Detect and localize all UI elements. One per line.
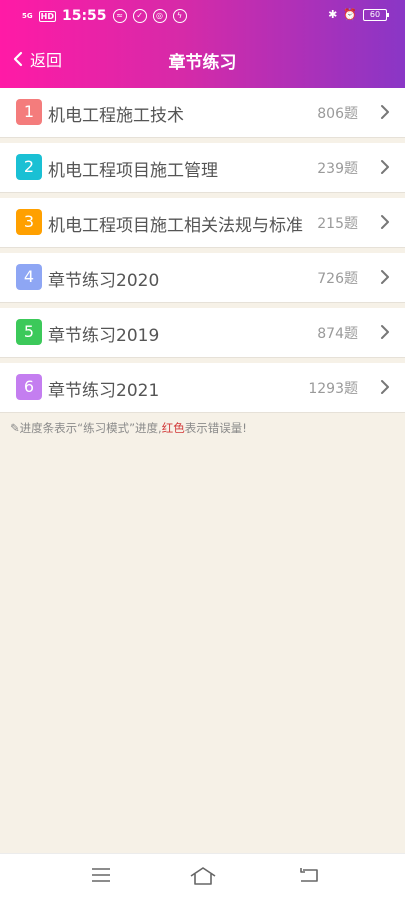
bluetooth-icon: ✱	[328, 8, 338, 21]
chapter-index-badge: 5	[16, 319, 42, 345]
chevron-right-icon	[381, 380, 389, 394]
chapter-name: 章节练习2020	[48, 271, 160, 291]
progress-tip: ✎进度条表示“练习模式”进度,红色表示错误量!	[10, 420, 247, 436]
chapter-row[interactable]: 2 机电工程项目施工管理 239题	[0, 143, 405, 193]
chevron-right-icon	[381, 270, 389, 284]
home-icon	[190, 867, 216, 885]
page-title: 章节练习	[168, 53, 237, 73]
wifi-icon: ≈	[112, 9, 127, 23]
signal-indicator: 5G	[22, 11, 33, 20]
system-nav-bar	[0, 853, 405, 900]
chapter-row[interactable]: 4 章节练习2020 726题	[0, 253, 405, 303]
question-count: 239题	[317, 161, 358, 177]
hd-badge: HD	[38, 10, 56, 22]
chapter-list: 1 机电工程施工技术 806题 2 机电工程项目施工管理 239题 3 机电工程项目施工相关法…	[0, 88, 405, 418]
chevron-right-icon	[381, 105, 389, 119]
chapter-name: 章节练习2019	[48, 326, 160, 346]
chapter-index-badge: 2	[16, 154, 42, 180]
chapter-index-badge: 3	[16, 209, 42, 235]
chevron-right-icon	[381, 325, 389, 339]
chapter-index-badge: 4	[16, 264, 42, 290]
question-count: 726题	[317, 271, 358, 287]
question-count: 1293题	[308, 381, 358, 397]
chapter-name: 机电工程项目施工管理	[48, 161, 218, 181]
system-back-button[interactable]	[297, 866, 321, 888]
return-icon	[300, 868, 318, 882]
status-bar: 5G HD 15:55 ≈ ✓ ◎ ϟ ✱ ⏰ 60	[0, 0, 405, 32]
pen-icon: ✎	[10, 421, 20, 435]
chapter-row[interactable]: 1 机电工程施工技术 806题	[0, 88, 405, 138]
tip-text-1: 进度条表示“练习模式”进度,	[19, 421, 162, 435]
chapter-row[interactable]: 3 机电工程项目施工相关法规与标准 215题	[0, 198, 405, 248]
chapter-row[interactable]: 5 章节练习2019 874题	[0, 308, 405, 358]
chapter-index-badge: 6	[16, 374, 42, 400]
home-button[interactable]	[189, 866, 217, 890]
question-count: 874题	[317, 326, 358, 342]
chevron-right-icon	[381, 160, 389, 174]
chapter-name: 机电工程项目施工相关法规与标准	[48, 216, 303, 236]
chapter-name: 章节练习2021	[48, 381, 160, 401]
alarm-icon: ⏰	[343, 8, 357, 21]
flash-notification-icon: ϟ	[172, 9, 187, 23]
menu-button[interactable]	[90, 866, 112, 888]
chapter-name: 机电工程施工技术	[48, 106, 184, 126]
chevron-right-icon	[381, 215, 389, 229]
app-header: 5G HD 15:55 ≈ ✓ ◎ ϟ ✱ ⏰ 60 返回 章节练习	[0, 0, 405, 88]
chapter-index-badge: 1	[16, 99, 42, 125]
battery-icon: 60	[363, 8, 389, 21]
menu-icon	[92, 868, 110, 882]
status-time: 15:55	[61, 8, 107, 24]
app-notification-icon: ✓	[132, 9, 147, 23]
chapter-row[interactable]: 6 章节练习2021 1293题	[0, 363, 405, 413]
question-count: 806题	[317, 106, 358, 122]
question-count: 215题	[317, 216, 358, 232]
chat-notification-icon: ◎	[152, 9, 167, 23]
tip-text-2: 表示错误量!	[184, 421, 247, 435]
tip-text-red: 红色	[161, 421, 185, 435]
